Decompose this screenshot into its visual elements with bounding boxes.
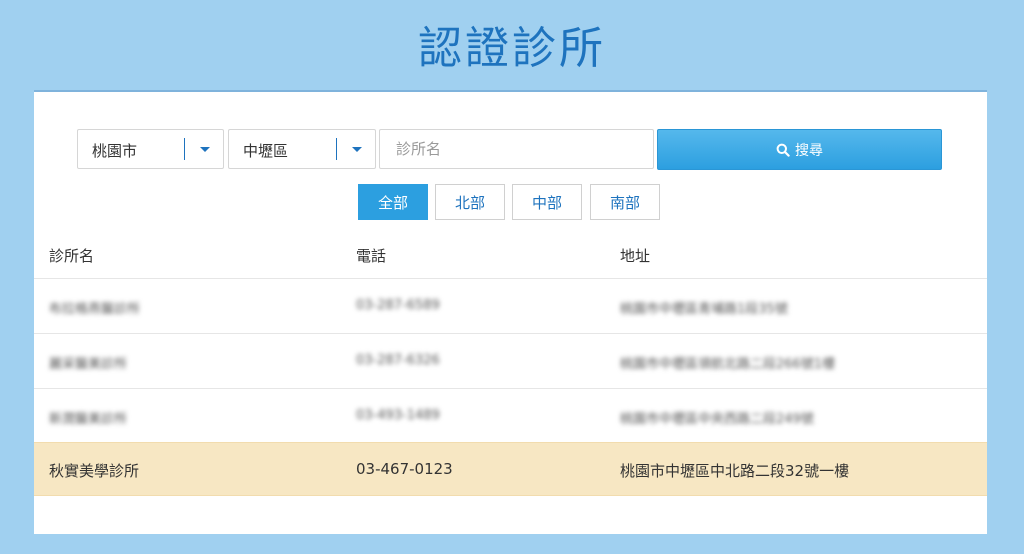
region-tab-all[interactable]: 全部 bbox=[358, 184, 428, 220]
clinic-address: 桃園市中壢區中北路二段32號一樓 bbox=[620, 462, 850, 480]
page-title: 認證診所 bbox=[418, 23, 606, 74]
clinic-name: 麗采醫美診所 bbox=[49, 357, 128, 372]
chevron-down-icon bbox=[200, 147, 210, 152]
column-header-phone: 電話 bbox=[356, 247, 387, 265]
clinic-search-panel: 桃園市 中壢區 搜尋 全部 北部 中部 南部 診所名 電話 地址 布拉格燕醫診所… bbox=[34, 90, 987, 534]
search-icon bbox=[776, 143, 790, 157]
clinic-name-input[interactable] bbox=[379, 129, 654, 169]
clinic-address: 桃園市中壢區領航北路二段266號1樓 bbox=[620, 357, 836, 372]
clinic-name: 布拉格燕醫診所 bbox=[49, 302, 141, 317]
district-select[interactable]: 中壢區 bbox=[228, 129, 376, 169]
clinic-phone: 03-287-6326 bbox=[356, 353, 440, 368]
clinic-name: 新潤醫美診所 bbox=[49, 412, 128, 427]
table-row[interactable]: 新潤醫美診所 03-493-1489 桃園市中壢區中央西路二段249號 bbox=[34, 388, 987, 442]
table-row-highlighted[interactable]: 秋實美學診所 03-467-0123 桃園市中壢區中北路二段32號一樓 bbox=[34, 442, 987, 496]
region-tab-north[interactable]: 北部 bbox=[435, 184, 505, 220]
clinic-address: 桃園市中壢區青埔路1段35號 bbox=[620, 302, 788, 317]
search-button[interactable]: 搜尋 bbox=[657, 129, 942, 170]
table-row[interactable]: 麗采醫美診所 03-287-6326 桃園市中壢區領航北路二段266號1樓 bbox=[34, 333, 987, 387]
table-row[interactable]: 布拉格燕醫診所 03-287-6589 桃園市中壢區青埔路1段35號 bbox=[34, 278, 987, 332]
region-tab-central[interactable]: 中部 bbox=[512, 184, 582, 220]
city-select[interactable]: 桃園市 bbox=[77, 129, 224, 169]
column-header-address: 地址 bbox=[620, 247, 651, 265]
chevron-down-icon bbox=[352, 147, 362, 152]
clinic-phone: 03-467-0123 bbox=[356, 460, 453, 478]
city-select-value: 桃園市 bbox=[92, 142, 138, 160]
region-tab-south[interactable]: 南部 bbox=[590, 184, 660, 220]
clinic-phone: 03-287-6589 bbox=[356, 298, 440, 313]
district-select-value: 中壢區 bbox=[243, 142, 289, 160]
clinic-phone: 03-493-1489 bbox=[356, 408, 440, 423]
select-divider bbox=[184, 138, 185, 160]
clinic-name: 秋實美學診所 bbox=[49, 462, 140, 480]
search-button-label: 搜尋 bbox=[795, 141, 823, 158]
select-divider bbox=[336, 138, 337, 160]
column-header-name: 診所名 bbox=[49, 247, 95, 265]
clinic-address: 桃園市中壢區中央西路二段249號 bbox=[620, 412, 814, 427]
